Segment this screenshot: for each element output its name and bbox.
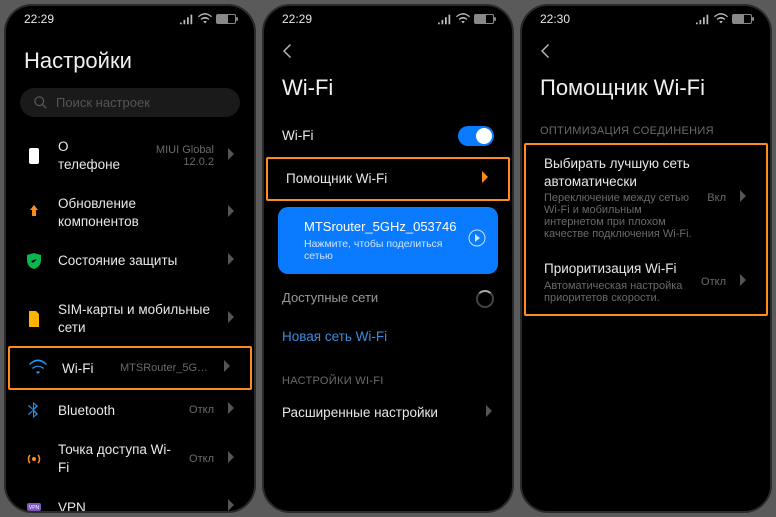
- row-vpn[interactable]: VPN VPN: [6, 487, 254, 511]
- row-label: Обновление компонентов: [58, 195, 214, 230]
- status-icons: [696, 13, 752, 25]
- phone-wifi-assistant: 22:30 Помощник Wi-Fi ОПТИМИЗАЦИЯ СОЕДИНЕ…: [520, 4, 772, 513]
- update-icon: [25, 204, 43, 222]
- new-network-link[interactable]: Новая сеть Wi-Fi: [282, 329, 387, 344]
- sim-icon: [25, 310, 43, 328]
- status-bar: 22:29: [264, 6, 512, 32]
- page-title: Помощник Wi-Fi: [522, 75, 770, 115]
- phone-icon: [25, 147, 43, 165]
- row-value: MIUI Global 12.0.2: [134, 144, 214, 168]
- row-label: Помощник Wi-Fi: [286, 170, 468, 188]
- clock: 22:29: [24, 12, 54, 26]
- row-security-status[interactable]: Состояние защиты: [6, 241, 254, 281]
- row-about-phone[interactable]: О телефоне MIUI Global 12.0.2: [6, 127, 254, 184]
- wifi-settings-header: НАСТРОЙКИ WI-FI: [264, 365, 512, 393]
- wifi-icon: [198, 13, 212, 25]
- row-label: Wi-Fi: [62, 360, 106, 378]
- row-label: Bluetooth: [58, 402, 175, 420]
- row-label: Точка доступа Wi-Fi: [58, 441, 175, 476]
- chevron-right-icon: [228, 147, 236, 165]
- ssid-sub: Нажмите, чтобы поделиться сетью: [304, 238, 456, 262]
- row-value: MTSRouter_5GHz_053746: [120, 362, 210, 374]
- hotspot-icon: [25, 450, 43, 468]
- page-title: Wi-Fi: [264, 75, 512, 115]
- wifi-icon: [714, 13, 728, 25]
- svg-text:VPN: VPN: [29, 505, 40, 511]
- search-input[interactable]: Поиск настроек: [20, 88, 240, 117]
- row-sim[interactable]: SIM-карты и мобильные сети: [6, 291, 254, 346]
- battery-icon: [474, 14, 494, 24]
- back-button[interactable]: [278, 42, 296, 65]
- status-bar: 22:30: [522, 6, 770, 32]
- loading-spinner: [476, 290, 494, 308]
- row-sub: Автоматическая настройка приоритетов ско…: [544, 280, 687, 304]
- vpn-icon: VPN: [25, 498, 43, 511]
- row-label: Приоритизация Wi-Fi: [544, 260, 687, 278]
- shield-icon: [25, 252, 43, 270]
- row-update[interactable]: Обновление компонентов: [6, 184, 254, 241]
- chevron-right-icon: [482, 170, 490, 188]
- row-wifi-priority[interactable]: Приоритизация Wi-Fi Автоматическая настр…: [526, 250, 766, 314]
- chevron-right-icon: [486, 404, 494, 422]
- row-hotspot[interactable]: Точка доступа Wi-Fi Откл: [6, 430, 254, 487]
- chevron-right-icon: [740, 273, 748, 291]
- row-label: VPN: [58, 499, 214, 511]
- row-wifi-toggle[interactable]: Wi-Fi: [264, 115, 512, 157]
- phone-settings: 22:29 Настройки Поиск настроек О телефон…: [4, 4, 256, 513]
- search-icon: [34, 96, 48, 110]
- row-label: Wi-Fi: [282, 127, 444, 145]
- row-wifi[interactable]: Wi-Fi MTSRouter_5GHz_053746: [10, 348, 250, 388]
- search-placeholder: Поиск настроек: [56, 95, 150, 110]
- chevron-right-icon: [228, 310, 236, 328]
- row-value: Откл: [189, 453, 214, 465]
- chevron-right-icon: [228, 450, 236, 468]
- row-auto-best-network[interactable]: Выбирать лучшую сеть автоматически Перек…: [526, 145, 766, 250]
- wifi-toggle[interactable]: [458, 126, 494, 146]
- row-label: Выбирать лучшую сеть автоматически: [544, 155, 693, 190]
- status-icons: [180, 13, 236, 25]
- chevron-right-icon: [228, 204, 236, 222]
- clock: 22:29: [282, 12, 312, 26]
- battery-icon: [216, 14, 236, 24]
- row-value: Откл: [189, 404, 214, 416]
- signal-icon: [180, 13, 194, 25]
- battery-icon: [732, 14, 752, 24]
- wifi-icon: [456, 13, 470, 25]
- row-label: О телефоне: [58, 138, 120, 173]
- row-value: Откл: [701, 276, 726, 288]
- ssid: MTSrouter_5GHz_053746: [304, 219, 456, 236]
- chevron-right-icon: [228, 252, 236, 270]
- chevron-right-icon: [224, 359, 232, 377]
- row-label: SIM-карты и мобильные сети: [58, 301, 214, 336]
- bluetooth-icon: [25, 401, 43, 419]
- available-networks-header: Доступные сети: [264, 280, 512, 318]
- back-button[interactable]: [536, 42, 554, 65]
- row-new-network[interactable]: Новая сеть Wi-Fi: [264, 318, 512, 355]
- wifi-icon: [29, 359, 47, 377]
- row-label: Состояние защиты: [58, 252, 214, 270]
- status-icons: [438, 13, 494, 25]
- page-title: Настройки: [6, 38, 254, 88]
- row-value: Вкл: [707, 192, 726, 204]
- signal-icon: [438, 13, 452, 25]
- chevron-right-icon: [228, 401, 236, 419]
- optimization-header: ОПТИМИЗАЦИЯ СОЕДИНЕНИЯ: [522, 115, 770, 143]
- row-sub: Переключение между сетью Wi-Fi и мобильн…: [544, 192, 693, 240]
- phone-wifi: 22:29 Wi-Fi Wi-Fi Помощник Wi-Fi MTSrout…: [262, 4, 514, 513]
- chevron-right-icon: [740, 189, 748, 207]
- arrow-icon[interactable]: [468, 229, 486, 252]
- signal-icon: [696, 13, 710, 25]
- status-bar: 22:29: [6, 6, 254, 32]
- row-bluetooth[interactable]: Bluetooth Откл: [6, 390, 254, 430]
- connected-network-card[interactable]: MTSrouter_5GHz_053746 Нажмите, чтобы под…: [278, 207, 498, 274]
- chevron-right-icon: [228, 498, 236, 511]
- clock: 22:30: [540, 12, 570, 26]
- row-label: Расширенные настройки: [282, 404, 472, 422]
- row-advanced[interactable]: Расширенные настройки: [264, 393, 512, 433]
- row-wifi-assistant[interactable]: Помощник Wi-Fi: [268, 159, 508, 199]
